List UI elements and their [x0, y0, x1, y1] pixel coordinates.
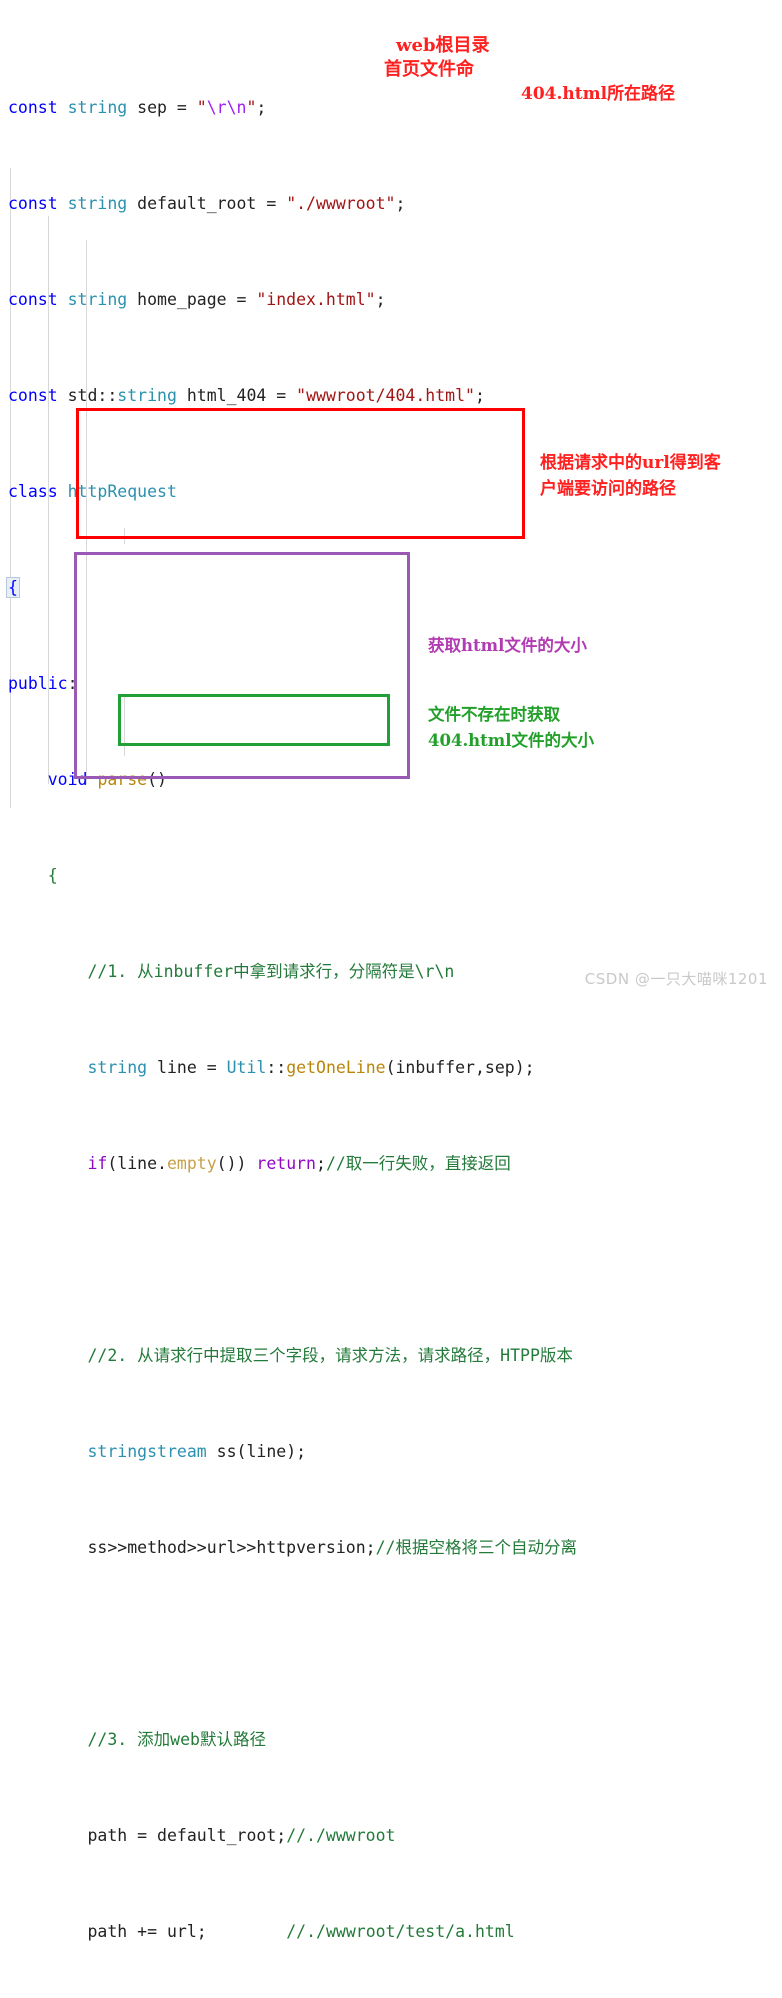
code-line-20: path += url; //./wwwroot/test/a.html	[87, 1922, 515, 1941]
code-line-16: ss>>method>>url>>httpversion;//根据空格将三个自动…	[87, 1538, 577, 1557]
code-line-7: public:	[8, 674, 78, 693]
inline-note-home-page: 首页文件命	[384, 59, 474, 80]
code-line-6: {	[6, 577, 20, 598]
inline-note-404-path: 404.html所在路径	[521, 84, 676, 104]
code-line-2: const string default_root = "./wwwroot";	[8, 194, 406, 213]
code-line-18: //3. 添加web默认路径	[87, 1730, 266, 1749]
annotation-red-text: 根据请求中的url得到客 户端要访问的路径	[540, 453, 721, 499]
code-line-11: string line = Util::getOneLine(inbuffer,…	[87, 1058, 535, 1077]
code-line-15: stringstream ss(line);	[87, 1442, 307, 1461]
inline-note-web-root: web根目录	[396, 35, 490, 56]
code-line-12: if(line.empty()) return;//取一行失败，直接返回	[87, 1154, 511, 1173]
code-line-19: path = default_root;//./wwwroot	[87, 1826, 396, 1845]
code-screenshot-root: const string sep = "\r\n"; const string …	[0, 0, 782, 1941]
csdn-watermark: CSDN @一只大喵咪1201	[584, 970, 768, 988]
code-line-14: //2. 从请求行中提取三个字段，请求方法，请求路径，HTPP版本	[87, 1346, 573, 1365]
annotation-green-text: 文件不存在时获取 404.html文件的大小	[428, 705, 595, 750]
code-block: const string sep = "\r\n"; const string …	[0, 0, 782, 1998]
annotation-purple-text: 获取html文件的大小	[428, 636, 587, 655]
code-line-3: const string home_page = "index.html";	[8, 290, 386, 309]
code-line-9: {	[47, 866, 58, 885]
code-line-8: void parse()	[47, 770, 167, 789]
code-line-4: const std::string html_404 = "wwwroot/40…	[8, 386, 485, 405]
